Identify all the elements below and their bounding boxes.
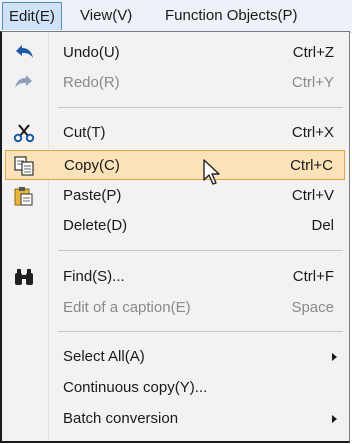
- menu-item-shortcut: Ctrl+Z: [292, 44, 334, 61]
- submenu-arrow-icon: [332, 415, 337, 423]
- menu-item-label: Continuous copy(Y)...: [63, 379, 208, 396]
- menu-item-label: Cut(T): [63, 124, 106, 141]
- menu-item-label: Find(S)...: [63, 268, 125, 285]
- menu-item-find[interactable]: Find(S)... Ctrl+F: [5, 262, 345, 292]
- menu-item-label: Select All(A): [63, 348, 145, 365]
- menu-item-delete[interactable]: Delete(D) Del: [5, 211, 345, 241]
- menu-item-shortcut: Ctrl+V: [291, 187, 334, 204]
- menu-item-redo[interactable]: Redo(R) Ctrl+Y: [5, 68, 345, 98]
- menu-item-undo[interactable]: Undo(U) Ctrl+Z: [5, 38, 345, 68]
- menu-item-label: Paste(P): [63, 187, 122, 204]
- menu-item-shortcut: Ctrl+Y: [291, 74, 334, 91]
- scissors-icon: [13, 123, 35, 143]
- menu-item-shortcut: Ctrl+C: [290, 157, 333, 174]
- redo-icon: [13, 73, 35, 93]
- binoculars-icon: [13, 267, 35, 287]
- menu-separator: [58, 107, 343, 108]
- menu-item-label: Copy(C): [64, 157, 120, 174]
- edit-dropdown-menu: Undo(U) Ctrl+Z Redo(R) Ctrl+Y Cut(T) Ctr…: [0, 31, 350, 443]
- submenu-arrow-icon: [332, 353, 337, 361]
- menu-item-cut[interactable]: Cut(T) Ctrl+X: [5, 118, 345, 148]
- menu-item-shortcut: Del: [311, 217, 334, 234]
- menu-view[interactable]: View(V): [80, 0, 132, 32]
- menu-separator: [58, 331, 343, 332]
- menu-item-label: Batch conversion: [63, 410, 179, 427]
- menu-item-label: Edit of a caption(E): [63, 299, 191, 316]
- paste-icon: [13, 186, 35, 206]
- menu-item-shortcut: Space: [291, 299, 334, 316]
- menu-item-label: Undo(U): [63, 44, 120, 61]
- menu-item-continuous-copy[interactable]: Continuous copy(Y)...: [5, 373, 345, 403]
- copy-icon: [14, 156, 36, 176]
- menu-item-shortcut: Ctrl+X: [291, 124, 334, 141]
- menu-item-batch-conversion[interactable]: Batch conversion: [5, 404, 345, 434]
- menu-function-objects[interactable]: Function Objects(P): [165, 0, 298, 32]
- menu-edit[interactable]: Edit(E): [2, 2, 62, 30]
- menu-item-label: Redo(R): [63, 74, 120, 91]
- undo-icon: [13, 43, 35, 63]
- menu-item-copy[interactable]: Copy(C) Ctrl+C: [5, 150, 345, 180]
- menu-item-select-all[interactable]: Select All(A): [5, 342, 345, 372]
- menu-bar: Edit(E) View(V) Function Objects(P): [0, 0, 352, 33]
- menu-item-label: Delete(D): [63, 217, 128, 234]
- menu-item-paste[interactable]: Paste(P) Ctrl+V: [5, 181, 345, 211]
- menu-item-edit-caption[interactable]: Edit of a caption(E) Space: [5, 293, 345, 323]
- menu-item-shortcut: Ctrl+F: [292, 268, 334, 285]
- menu-separator: [58, 250, 343, 251]
- mouse-pointer-icon: [203, 159, 220, 185]
